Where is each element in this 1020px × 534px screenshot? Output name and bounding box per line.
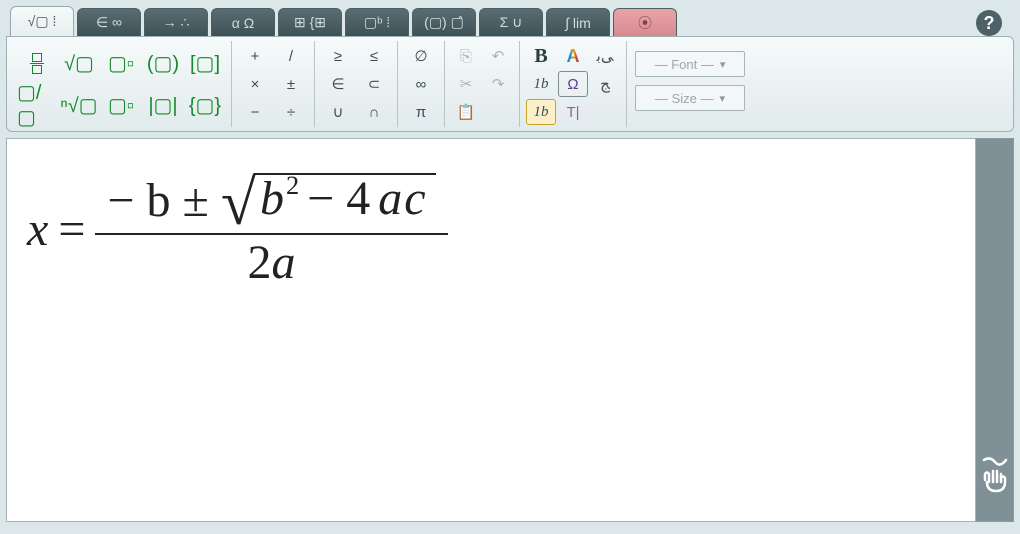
tab-calculus[interactable]: ∫ lim [546, 8, 610, 36]
minus-button[interactable]: − [238, 99, 272, 125]
pi-button[interactable]: π [404, 99, 438, 125]
tab-bar: √▢ ⁞ ∈ ∞ → ∴ α Ω ⊞ {⊞ ▢ᵇ ⁞ (▢) ▢̂ Σ ∪ ∫ … [6, 6, 1014, 36]
arabic2-button[interactable]: ﺞ [590, 71, 620, 97]
group-templates: √▢ ▢▫ (▢) [▢] ▢/▢ ⁿ√▢ ▢▫ |▢| {▢} [11, 41, 232, 127]
tab-greek[interactable]: α Ω [211, 8, 275, 36]
sqrt: √ b 2 − 4 a c [221, 173, 436, 229]
plus-button[interactable]: + [238, 43, 272, 69]
copy-button[interactable]: ⎘ [451, 43, 481, 69]
abs-button[interactable]: |▢| [143, 85, 183, 125]
bold-button[interactable]: B [526, 43, 556, 69]
omega-button[interactable]: Ω [558, 71, 588, 97]
intersect-button[interactable]: ∩ [357, 99, 391, 125]
brace-button[interactable]: {▢} [185, 85, 225, 125]
divide-button[interactable]: ÷ [274, 99, 308, 125]
paren-button[interactable]: (▢) [143, 43, 183, 83]
size-dropdown[interactable]: — Size — [635, 85, 745, 111]
plusminus-button[interactable]: ± [274, 71, 308, 97]
text-cursor-button[interactable]: T| [558, 99, 588, 125]
sqrt-button[interactable]: √▢ [59, 43, 99, 83]
toolbar: √▢ ▢▫ (▢) [▢] ▢/▢ ⁿ√▢ ▢▫ |▢| {▢} + / × ±… [6, 36, 1014, 132]
fraction: − b ± √ b 2 − 4 a c [95, 169, 447, 291]
infinity-button[interactable]: ∞ [404, 71, 438, 97]
hand-icon [980, 454, 1010, 501]
arabic-button[interactable]: ﻰﺑ [590, 43, 620, 69]
fraction-button[interactable] [17, 43, 57, 83]
tab-basic[interactable]: √▢ ⁞ [10, 6, 74, 36]
cut-button[interactable]: ✂ [451, 71, 481, 97]
tab-special[interactable]: ⦿ [613, 8, 677, 36]
tab-sets[interactable]: ∈ ∞ [77, 8, 141, 36]
editor-sidebar[interactable] [976, 138, 1014, 522]
group-symbols: ∅ ∞ π [398, 41, 445, 127]
paste2-button[interactable] [483, 99, 513, 125]
group-font: — Font — — Size — [627, 41, 753, 127]
tab-bigops[interactable]: Σ ∪ [479, 8, 543, 36]
formula-lhs: x [27, 206, 48, 254]
help-icon[interactable]: ? [976, 10, 1002, 36]
union-button[interactable]: ∪ [321, 99, 355, 125]
group-clipboard: ⎘ ↶ ✂ ↷ 📋 [445, 41, 520, 127]
bracket-button[interactable]: [▢] [185, 43, 225, 83]
slash-button[interactable]: / [274, 43, 308, 69]
tab-scripts[interactable]: ▢ᵇ ⁞ [345, 8, 409, 36]
tab-accents[interactable]: (▢) ▢̂ [412, 8, 476, 36]
ge-button[interactable]: ≥ [321, 43, 355, 69]
formula-content: x = − b ± √ b 2 − 4 a c [27, 169, 448, 291]
mixed-fraction-button[interactable]: ▢/▢ [17, 85, 57, 125]
nth-root-button[interactable]: ⁿ√▢ [59, 85, 99, 125]
italic2-button[interactable]: 1b [526, 99, 556, 125]
times-button[interactable]: × [238, 71, 272, 97]
subscript-button[interactable]: ▢▫ [101, 85, 141, 125]
equation-editor[interactable]: x = − b ± √ b 2 − 4 a c [6, 138, 976, 522]
undo-button[interactable]: ↶ [483, 43, 513, 69]
group-relations: ≥ ≤ ∈ ⊂ ∪ ∩ [315, 41, 398, 127]
superscript-button[interactable]: ▢▫ [101, 43, 141, 83]
le-button[interactable]: ≤ [357, 43, 391, 69]
subset-button[interactable]: ⊂ [357, 71, 391, 97]
font-dropdown[interactable]: — Font — [635, 51, 745, 77]
paste-button[interactable]: 📋 [451, 99, 481, 125]
italic-button[interactable]: 1b [526, 71, 556, 97]
group-operators: + / × ± − ÷ [232, 41, 315, 127]
group-text-style: B A ﻰﺑ 1b Ω ﺞ 1b T| [520, 41, 627, 127]
tab-arrows[interactable]: → ∴ [144, 8, 208, 36]
element-button[interactable]: ∈ [321, 71, 355, 97]
emptyset-button[interactable]: ∅ [404, 43, 438, 69]
redo-button[interactable]: ↷ [483, 71, 513, 97]
equals-sign: = [58, 206, 85, 254]
tab-matrix[interactable]: ⊞ {⊞ [278, 8, 342, 36]
text-color-button[interactable]: A [558, 43, 588, 69]
